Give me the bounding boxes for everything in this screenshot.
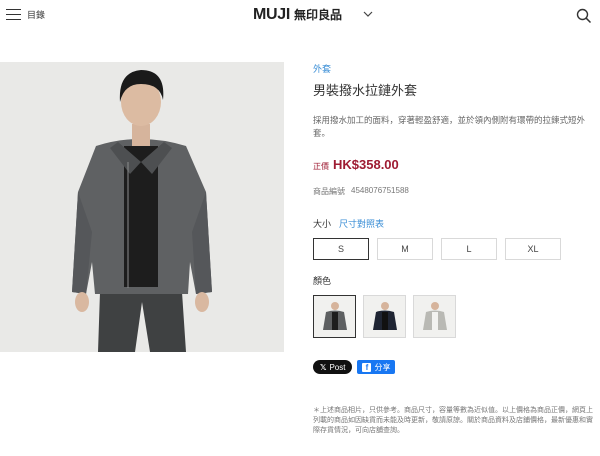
facebook-share-label: 分享 <box>374 362 391 372</box>
jacket-thumbnail-gray <box>322 301 347 330</box>
model-photo <box>0 62 284 352</box>
x-post-button[interactable]: 𝕏 Post <box>313 360 353 374</box>
size-option-xl[interactable]: XL <box>505 238 561 260</box>
disclaimer-note: ＊上述商品相片，只供參考。商品尺寸，容量等數為近似值。以上價格為商品正價，網頁上… <box>313 407 593 434</box>
menu-label[interactable]: 目錄 <box>27 8 45 21</box>
color-swatch-navy[interactable] <box>363 295 406 338</box>
size-options: S M L XL <box>313 238 600 260</box>
sku-value: 4548076751588 <box>351 186 409 195</box>
product-info: 外套 男裝撥水拉鏈外套 採用撥水加工的面料，穿著輕盈舒適，並於領內側附有環帶的拉… <box>313 62 600 338</box>
product-image[interactable] <box>0 62 284 352</box>
jacket-thumbnail-navy <box>372 301 397 330</box>
size-label: 大小 <box>313 219 332 229</box>
size-header: 大小 尺寸對照表 <box>313 217 600 230</box>
size-chart-link[interactable]: 尺寸對照表 <box>339 217 384 230</box>
hamburger-icon[interactable] <box>6 8 21 21</box>
category-link[interactable]: 外套 <box>313 62 600 75</box>
product-sku: 商品編號 4548076751588 <box>313 186 600 197</box>
product-description: 採用撥水加工的面料，穿著輕盈舒適，並於領內側附有環帶的拉鍊式短外套。 <box>313 115 586 138</box>
jacket-thumbnail-light-gray <box>422 301 447 330</box>
price-row: 正價 HK$358.00 <box>313 157 600 172</box>
x-logo-icon: 𝕏 <box>320 362 327 372</box>
menu-button[interactable]: 目錄 <box>6 8 45 21</box>
size-option-l[interactable]: L <box>441 238 497 260</box>
chevron-down-icon[interactable] <box>362 8 374 20</box>
muji-logo[interactable]: MUJI 無印良品 <box>253 6 342 24</box>
facebook-share-button[interactable]: f 分享 <box>357 360 396 374</box>
share-buttons: 𝕏 Post f 分享 <box>313 360 396 374</box>
logo-text-ja: 無印良品 <box>294 8 343 22</box>
color-swatches <box>313 295 600 338</box>
color-label: 顏色 <box>313 276 332 286</box>
size-option-s[interactable]: S <box>313 238 369 260</box>
search-icon[interactable] <box>576 8 592 24</box>
size-option-m[interactable]: M <box>377 238 433 260</box>
logo-text-en: MUJI <box>253 6 291 23</box>
product-title: 男裝撥水拉鏈外套 <box>313 83 418 98</box>
color-swatch-gray[interactable] <box>313 295 356 338</box>
facebook-icon: f <box>362 362 372 372</box>
site-header: 目錄 MUJI 無印良品 <box>0 0 600 32</box>
x-post-label: Post <box>329 362 346 372</box>
sku-label: 商品編號 <box>313 187 345 196</box>
color-swatch-light-gray[interactable] <box>413 295 456 338</box>
price-tag: 正價 <box>313 162 329 171</box>
product-price: HK$358.00 <box>333 157 399 172</box>
